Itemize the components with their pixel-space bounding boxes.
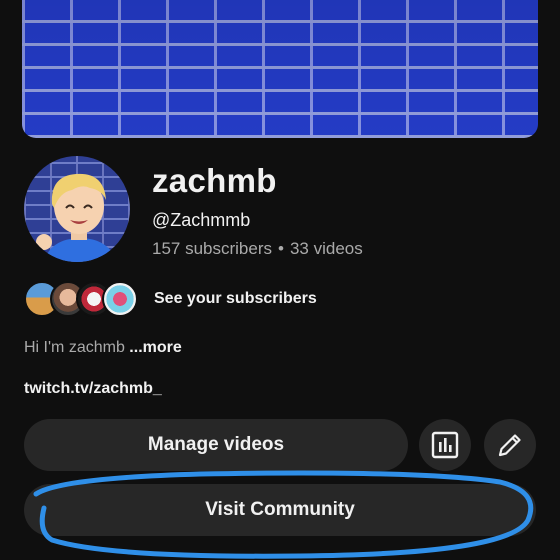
banner-shade [22, 0, 538, 138]
channel-avatar[interactable] [24, 156, 130, 262]
see-subscribers-row[interactable]: See your subscribers [24, 281, 317, 317]
channel-stats: 157 subscribers • 33 videos [152, 239, 363, 259]
visit-community-button[interactable]: Visit Community [24, 484, 536, 536]
subscriber-count: 157 subscribers [152, 239, 273, 258]
channel-link[interactable]: twitch.tv/zachmb_ [24, 380, 162, 398]
avatar-character-icon [36, 173, 114, 262]
see-subscribers-label: See your subscribers [154, 290, 317, 307]
subscriber-avatar [102, 281, 138, 317]
more-link[interactable]: ...more [129, 339, 181, 356]
analytics-icon [431, 431, 459, 459]
visit-community-label: Visit Community [205, 499, 355, 520]
video-count: 33 videos [289, 239, 363, 258]
channel-description[interactable]: Hi I'm zachmb ...more [24, 339, 182, 357]
edit-channel-button[interactable] [484, 419, 536, 471]
analytics-button[interactable] [419, 419, 471, 471]
manage-videos-button[interactable]: Manage videos [24, 419, 408, 471]
channel-name: zachmb [152, 162, 277, 199]
description-text: Hi I'm zachmb [24, 339, 130, 356]
stats-separator: • [278, 239, 284, 258]
pencil-icon [498, 434, 521, 457]
channel-banner [22, 0, 538, 138]
channel-handle: @Zachmmb [152, 210, 251, 230]
manage-videos-label: Manage videos [147, 434, 285, 455]
